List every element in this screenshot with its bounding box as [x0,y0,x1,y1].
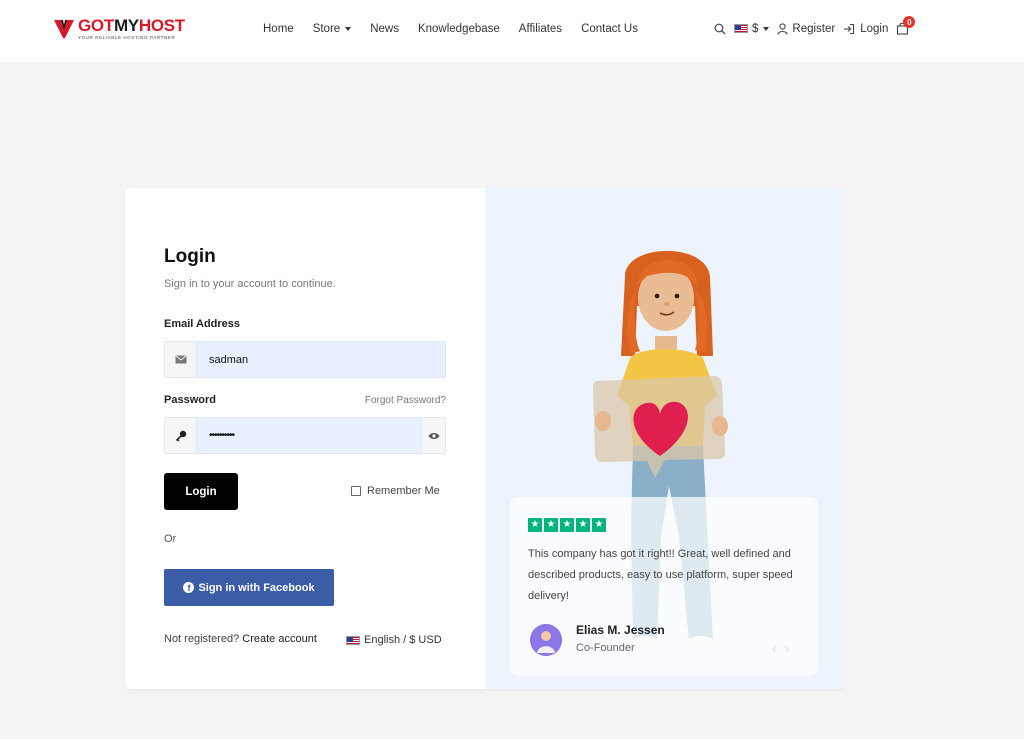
brand-logo[interactable]: GOTMYHOST YOUR RELIABLE HOSTING PARTNER [53,17,185,41]
brand-logo-mark [54,20,74,38]
nav-knowledgebase[interactable]: Knowledgebase [418,23,500,35]
page-subtitle: Sign in to your account to continue. [164,278,336,290]
email-label: Email Address [164,318,241,330]
brand-tagline: YOUR RELIABLE HOSTING PARTNER [78,35,176,40]
carousel-arrows: ‹› [772,640,797,656]
chevron-left-icon[interactable]: ‹ [772,640,785,656]
star-icon: ★ [544,518,558,532]
facebook-signin-button[interactable]: f Sign in with Facebook [164,569,334,606]
avatar [530,624,562,656]
us-flag-icon [734,24,748,33]
cart-count-badge: 0 [903,16,916,28]
chevron-right-icon[interactable]: › [785,640,798,656]
login-form: Login Sign in to your account to continu… [125,188,485,689]
login-button[interactable]: Login [164,473,238,510]
eye-icon [428,432,439,439]
password-field-group: •••••••••• [164,417,446,454]
nav-contact-us[interactable]: Contact Us [581,23,638,35]
nav-affiliates[interactable]: Affiliates [519,23,562,35]
forgot-password-link[interactable]: Forgot Password? [361,395,446,406]
nav-store[interactable]: Store [313,23,352,35]
reviewer-role: Co-Founder [576,642,635,654]
star-icon: ★ [560,518,574,532]
show-password-button[interactable] [421,418,445,453]
testimonial-text: This company has got it right!! Great, w… [528,548,793,602]
language-selector[interactable]: English / $ USD [346,634,442,646]
email-field[interactable]: sadman [197,342,445,377]
top-navbar: GOTMYHOST YOUR RELIABLE HOSTING PARTNER … [0,0,1024,62]
facebook-icon: f [183,582,195,593]
register-link[interactable]: Register [777,23,835,35]
reviewer-name: Elias M. Jessen [576,623,665,637]
sign-in-icon [844,23,855,34]
password-label: Password [164,394,216,406]
search-button[interactable] [714,23,726,35]
currency-selector[interactable]: $ [734,23,770,35]
password-field[interactable]: •••••••••• [197,418,421,453]
chevron-down-icon [345,27,352,31]
promo-panel: ★ ★ ★ ★ ★ This company has got it right!… [485,188,844,689]
login-card: Login Sign in to your account to continu… [125,188,844,689]
star-icon: ★ [528,518,542,532]
brand-name: GOTMYHOST [78,16,185,35]
nav-news[interactable]: News [370,23,399,35]
login-link[interactable]: Login [843,23,888,35]
register-prompt: Not registered? Create account [164,633,317,645]
star-icon: ★ [576,518,590,532]
cart-button[interactable]: 0 [896,16,916,35]
chevron-down-icon [763,26,770,31]
us-flag-icon [346,635,360,645]
testimonial-card: ★ ★ ★ ★ ★ This company has got it right!… [510,497,818,676]
main-nav: Home Store News Knowledgebase Affiliates… [263,23,657,35]
or-divider: Or [164,533,177,545]
email-field-group: sadman [164,341,446,378]
search-icon [714,23,726,34]
user-icon [777,22,788,35]
key-icon [165,418,197,453]
star-icon: ★ [592,518,606,532]
create-account-link[interactable]: Create account [242,633,317,645]
remember-me[interactable]: Remember Me [351,485,440,497]
nav-home[interactable]: Home [263,23,294,35]
remember-me-checkbox[interactable] [351,486,361,496]
envelope-icon [165,342,197,377]
header-tools: $ Register Login 0 [714,16,917,35]
page-title: Login [164,246,216,267]
trustpilot-rating: ★ ★ ★ ★ ★ [528,518,606,532]
